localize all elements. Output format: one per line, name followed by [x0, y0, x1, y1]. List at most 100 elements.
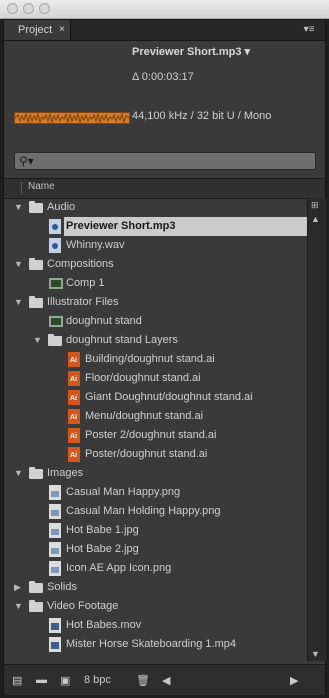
audio-format-info: 44,100 kHz / 32 bit U / Mono [132, 110, 272, 122]
folder-icon [29, 296, 43, 308]
trash-icon[interactable]: 🗑 [136, 674, 150, 687]
item-label: Video Footage [47, 600, 119, 612]
list-item[interactable]: Ai Poster 2/doughnut stand.ai [4, 426, 307, 445]
disclosure-open-icon[interactable]: ▼ [14, 597, 24, 616]
illustrator-file-icon: Ai [68, 428, 80, 443]
close-icon[interactable]: × [59, 20, 65, 40]
illustrator-file-icon: Ai [68, 409, 80, 424]
list-item[interactable]: Ai Building/doughnut stand.ai [4, 350, 307, 369]
item-label: Mister Horse Skateboarding 1.mp4 [66, 638, 236, 650]
scroll-down-icon[interactable]: ▼ [311, 649, 320, 659]
item-label: Compositions [47, 258, 114, 270]
item-label: Casual Man Happy.png [66, 486, 181, 498]
folder-icon [29, 581, 43, 593]
list-item[interactable]: Icon AE App Icon.png [4, 559, 307, 578]
search-icon[interactable]: ⚲▾ [19, 154, 34, 168]
item-label: Poster 2/doughnut stand.ai [85, 429, 217, 441]
list-item[interactable]: Mister Horse Skateboarding 1.mp4 [4, 635, 307, 654]
image-file-icon [49, 561, 61, 576]
item-label: Whinny.wav [66, 239, 125, 251]
list-item[interactable]: Hot Babe 1.jpg [4, 521, 307, 540]
project-panel: Project × ▾≡ Previewer Short.mp3 ▾ Δ 0:0… [3, 19, 326, 695]
folder-row[interactable]: ▼ Audio [4, 198, 307, 217]
item-label: Hot Babes.mov [66, 619, 142, 631]
folder-row[interactable]: ▼ doughnut stand Layers [4, 331, 307, 350]
image-file-icon [49, 485, 61, 500]
video-file-icon [49, 618, 61, 633]
list-item[interactable]: Ai Menu/doughnut stand.ai [4, 407, 307, 426]
disclosure-closed-icon[interactable]: ▶ [14, 578, 24, 597]
list-item[interactable]: Hot Babe 2.jpg [4, 540, 307, 559]
item-label: Giant Doughnut/doughnut stand.ai [85, 391, 253, 403]
folder-icon [48, 334, 62, 346]
column-divider [21, 182, 22, 194]
panel-bottom-toolbar: ▤ ▬ ▣ 8 bpc 🗑 ◀ ▶ [4, 664, 325, 695]
column-header: Name [4, 178, 325, 199]
window-titlebar [0, 0, 329, 19]
video-file-icon [49, 637, 61, 652]
disclosure-open-icon[interactable]: ▼ [14, 198, 24, 217]
disclosure-open-icon[interactable]: ▼ [33, 331, 43, 350]
folder-row[interactable]: ▼ Images [4, 464, 307, 483]
column-name-header[interactable]: Name [28, 181, 55, 192]
list-item[interactable]: Whinny.wav [4, 236, 307, 255]
new-folder-icon[interactable]: ▬ [36, 674, 47, 686]
list-item[interactable]: Ai Giant Doughnut/doughnut stand.ai [4, 388, 307, 407]
list-item[interactable]: Previewer Short.mp3 [4, 217, 307, 236]
illustrator-file-icon: Ai [68, 352, 80, 367]
disclosure-open-icon[interactable]: ▼ [14, 464, 24, 483]
folder-row[interactable]: ▶ Solids [4, 578, 307, 597]
item-label: Poster/doughnut stand.ai [85, 448, 208, 460]
disclosure-open-icon[interactable]: ▼ [14, 293, 24, 312]
item-label: Floor/doughnut stand.ai [85, 372, 201, 384]
folder-row[interactable]: ▼ Illustrator Files [4, 293, 307, 312]
item-label: Comp 1 [66, 277, 105, 289]
list-item[interactable]: Comp 1 [4, 274, 307, 293]
search-input[interactable]: ⚲▾ [14, 152, 316, 170]
image-file-icon [49, 504, 61, 519]
item-label: Images [47, 467, 84, 479]
illustrator-file-icon: Ai [68, 390, 80, 405]
hierarchy-icon[interactable]: ⊞ [311, 200, 319, 211]
item-label: Solids [47, 581, 77, 593]
list-item[interactable]: doughnut stand [4, 312, 307, 331]
folder-row[interactable]: ▼ Compositions [4, 255, 307, 274]
item-label: Hot Babe 1.jpg [66, 524, 139, 536]
item-label: Audio [47, 201, 76, 213]
bpc-label[interactable]: 8 bpc [84, 674, 111, 686]
preview-title[interactable]: Previewer Short.mp3 ▾ [132, 45, 250, 58]
tab-project[interactable]: Project × [4, 20, 71, 40]
interpret-footage-icon[interactable]: ▤ [12, 674, 22, 687]
list-item[interactable]: Ai Floor/doughnut stand.ai [4, 369, 307, 388]
list-item[interactable]: Ai Poster/doughnut stand.ai [4, 445, 307, 464]
image-file-icon [49, 523, 61, 538]
item-label: Icon AE App Icon.png [66, 562, 172, 574]
vertical-scrollbar[interactable]: ⊞ ▲ ▼ [307, 198, 326, 661]
folder-icon [29, 201, 43, 213]
folder-icon [29, 258, 43, 270]
panel-menu-icon[interactable]: ▾≡ [299, 23, 319, 36]
scroll-right-icon[interactable]: ▶ [290, 674, 298, 687]
scroll-up-icon[interactable]: ▲ [311, 214, 320, 224]
panel-tabbar: Project × ▾≡ [4, 20, 325, 41]
item-label: Menu/doughnut stand.ai [85, 410, 204, 422]
new-composition-icon[interactable]: ▣ [60, 674, 70, 687]
composition-icon [49, 316, 63, 327]
waveform-graphic [15, 113, 129, 123]
item-label: Hot Babe 2.jpg [66, 543, 139, 555]
minimize-window-button[interactable] [23, 3, 34, 14]
preview-duration: Δ 0:00:03:17 [132, 71, 194, 83]
image-file-icon [49, 542, 61, 557]
item-label: Previewer Short.mp3 [64, 217, 307, 236]
item-label: Illustrator Files [47, 296, 119, 308]
folder-icon [29, 467, 43, 479]
folder-row[interactable]: ▼ Video Footage [4, 597, 307, 616]
list-item[interactable]: Casual Man Holding Happy.png [4, 502, 307, 521]
scroll-left-icon[interactable]: ◀ [162, 674, 170, 687]
zoom-window-button[interactable] [39, 3, 50, 14]
disclosure-open-icon[interactable]: ▼ [14, 255, 24, 274]
list-item[interactable]: Casual Man Happy.png [4, 483, 307, 502]
list-item[interactable]: Hot Babes.mov [4, 616, 307, 635]
composition-icon [49, 278, 63, 289]
close-window-button[interactable] [7, 3, 18, 14]
